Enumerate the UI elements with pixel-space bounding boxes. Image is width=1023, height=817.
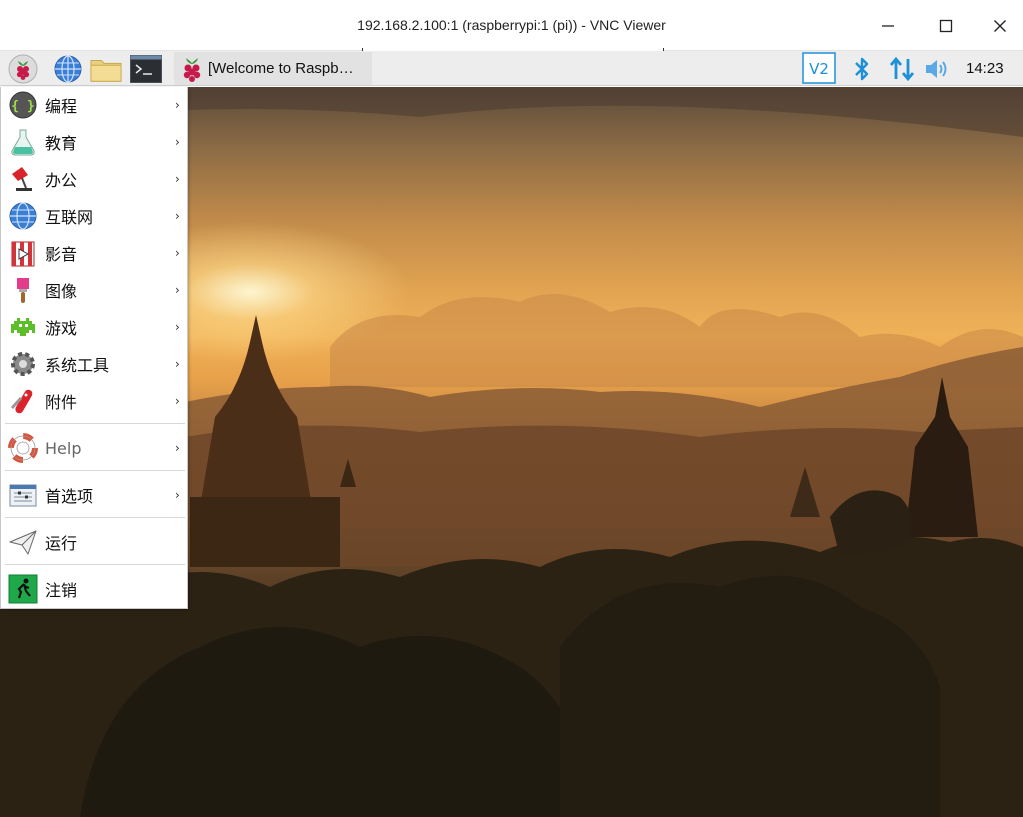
submenu-arrow-icon: › [175,357,180,371]
menu-item-label: 游戏 [45,319,78,338]
submenu-arrow-icon: › [175,320,180,334]
menu-item-games[interactable]: 游戏 › [1,309,187,345]
menu-item-label: 系统工具 [45,356,110,375]
menu-item-accessories[interactable]: 附件 › [1,383,187,419]
submenu-arrow-icon: › [175,209,180,223]
multimedia-icon [7,238,39,268]
submenu-arrow-icon: › [175,172,180,186]
menu-item-graphics[interactable]: 图像 › [1,272,187,308]
file-manager-icon [90,60,122,82]
menu-item-help[interactable]: Help › [1,430,187,466]
bluetooth-button[interactable] [846,53,878,85]
menu-item-preferences[interactable]: 首选项 › [1,477,187,513]
menu-item-logout[interactable]: 注销 [1,571,187,607]
run-icon [7,527,39,557]
menu-item-label: 教育 [45,134,78,153]
volume-button[interactable] [922,53,954,85]
menu-item-system-tools[interactable]: 系统工具 › [1,346,187,382]
raspberry-icon [183,58,201,82]
svg-text:{ }: { } [11,99,34,114]
graphics-icon [7,275,39,305]
raspberry-menu-icon [8,54,38,84]
submenu-arrow-icon: › [175,135,180,149]
submenu-arrow-icon: › [175,441,180,455]
submenu-arrow-icon: › [175,394,180,408]
file-manager-button[interactable] [90,53,122,85]
menu-item-label: 办公 [45,171,78,190]
vnc-icon: V2 [802,52,836,84]
web-browser-button[interactable] [52,53,84,85]
menu-item-label: 互联网 [45,208,94,227]
svg-text:V2: V2 [809,60,829,78]
maximize-button[interactable] [934,14,958,38]
menu-item-label: Help [45,438,82,458]
menu-separator [5,517,185,518]
menu-item-multimedia[interactable]: 影音 › [1,235,187,271]
terminal-button[interactable] [130,53,162,85]
menu-item-label: 注销 [45,581,78,600]
window-title: 192.168.2.100:1 (raspberrypi:1 (pi)) - V… [357,17,666,33]
submenu-arrow-icon: › [175,246,180,260]
accessories-icon [7,386,39,416]
menu-item-label: 影音 [45,245,78,264]
maximize-icon [939,19,953,33]
menu-item-label: 附件 [45,393,78,412]
menu-item-internet[interactable]: 互联网 › [1,198,187,234]
close-button[interactable] [988,14,1012,38]
bluetooth-icon [855,57,869,81]
taskbar: [Welcome to Raspb… V2 14:23 [0,51,1023,86]
office-icon [7,164,39,194]
taskbar-window-label: [Welcome to Raspb… [208,60,354,77]
minimize-icon [882,25,894,27]
system-tools-icon [7,349,39,379]
menu-item-label: 首选项 [45,487,94,506]
menu-separator [5,564,185,565]
menu-item-label: 图像 [45,282,78,301]
volume-icon [926,60,947,78]
internet-icon [7,201,39,231]
submenu-arrow-icon: › [175,283,180,297]
menu-separator [5,423,185,424]
menu-item-education[interactable]: 教育 › [1,124,187,160]
application-menu: { } 编程 › 教育 › 办公 › 互联网 › 影音 › 图像 › 游戏 › … [0,87,188,609]
raspberry-menu-button[interactable] [7,53,39,85]
programming-icon: { } [7,90,39,120]
clock: 14:23 [966,60,1004,77]
network-icon [889,56,915,82]
vnc-server-button[interactable]: V2 [802,52,836,84]
menu-item-office[interactable]: 办公 › [1,161,187,197]
taskbar-window-button[interactable]: [Welcome to Raspb… [174,52,372,85]
menu-item-run[interactable]: 运行 [1,524,187,560]
help-icon [7,433,39,463]
close-icon [994,20,1006,32]
network-button[interactable] [886,53,918,85]
preferences-icon [7,480,39,510]
submenu-arrow-icon: › [175,98,180,112]
menu-item-programming[interactable]: { } 编程 › [1,87,187,123]
menu-item-label: 运行 [45,534,78,553]
logout-icon [7,574,39,604]
education-icon [7,127,39,157]
menu-separator [5,470,185,471]
minimize-button[interactable] [876,14,900,38]
window-title-bar: 192.168.2.100:1 (raspberrypi:1 (pi)) - V… [0,0,1023,52]
terminal-icon [130,55,162,83]
menu-item-label: 编程 [45,97,78,116]
games-icon [7,312,39,342]
web-browser-icon [54,55,82,83]
submenu-arrow-icon: › [175,488,180,502]
